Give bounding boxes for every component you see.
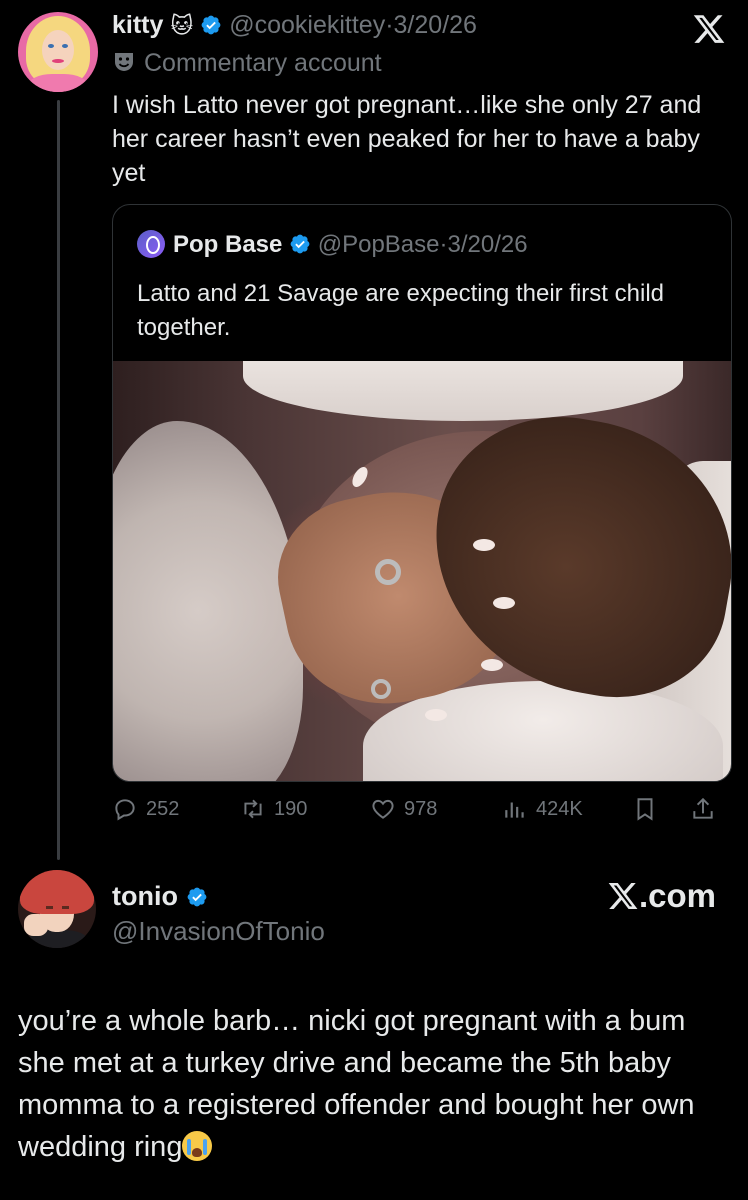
reply-button[interactable]: 252 [112, 796, 179, 822]
reply-count: 252 [146, 797, 180, 820]
avatar-tonio[interactable] [18, 870, 96, 948]
popbase-avatar[interactable] [137, 230, 165, 258]
heart-icon [372, 799, 394, 819]
verified-badge-icon [290, 234, 310, 254]
photo-lace-top [243, 361, 683, 421]
avatar-kitty[interactable] [18, 12, 98, 92]
quoted-date[interactable]: 3/20/26 [448, 231, 528, 258]
commentary-label-text: Commentary account [144, 49, 382, 77]
repost-count: 190 [274, 797, 308, 820]
tweet1-handle[interactable]: @cookiekittey [229, 11, 385, 39]
x-logo-icon [608, 883, 638, 909]
bookmark-button[interactable] [632, 796, 658, 822]
theater-mask-icon [115, 53, 133, 71]
share-icon [693, 797, 713, 819]
x-logo-icon[interactable] [692, 12, 726, 46]
reply-icon [115, 799, 135, 821]
quoted-handle[interactable]: @PopBase [318, 231, 440, 258]
loudly-crying-face-icon [182, 1131, 213, 1161]
avatar-eye [46, 906, 53, 909]
tweet-action-bar: 252 190 978 424K [112, 796, 732, 828]
tweet1-display-name[interactable]: kitty [112, 11, 163, 39]
tweet2-body: you’re a whole barb… nicki got pregnant … [18, 1005, 695, 1163]
avatar-dress [28, 74, 88, 92]
tweet2-text: you’re a whole barb… nicki got pregnant … [18, 1000, 738, 1168]
photo-ring [371, 679, 391, 699]
avatar-eye [62, 906, 69, 909]
photo-ring [375, 559, 401, 585]
photo-nail [481, 659, 503, 671]
like-count: 978 [404, 797, 438, 820]
x-com-text: .com [638, 877, 716, 914]
avatar-lips [52, 59, 64, 63]
separator-dot: · [439, 231, 448, 258]
thread-connector-line [57, 100, 60, 860]
separator-dot: · [385, 11, 394, 39]
bookmark-icon [637, 798, 653, 821]
quoted-tweet-header: Pop Base @PopBase·3/20/26 [137, 229, 528, 261]
tweet2-name-row: tonio [112, 878, 208, 914]
photo-lace-dress-left [113, 421, 303, 781]
photo-nail [493, 597, 515, 609]
avatar-hair [20, 870, 94, 914]
like-button[interactable]: 978 [370, 796, 437, 822]
tweet1-text: I wish Latto never got pregnant…like she… [112, 91, 702, 187]
tweet2-display-name[interactable]: tonio [112, 881, 178, 911]
x-com-watermark: .com [607, 876, 716, 916]
tweet1-header: kitty 🐱 @cookiekittey·3/20/26 [112, 8, 477, 43]
verified-badge-icon [187, 887, 206, 907]
quoted-tweet-photo[interactable] [113, 361, 731, 781]
repost-button[interactable]: 190 [240, 796, 307, 822]
verified-badge-icon [201, 15, 221, 35]
avatar-eye [48, 44, 54, 48]
quoted-tweet-text: Latto and 21 Savage are expecting their … [137, 280, 664, 341]
tweet1-date[interactable]: 3/20/26 [394, 11, 477, 39]
views-count: 424K [536, 797, 583, 820]
share-button[interactable] [690, 796, 716, 822]
photo-nail [425, 709, 447, 721]
avatar-hand [24, 914, 48, 936]
repost-icon [244, 799, 262, 819]
photo-nail [473, 539, 495, 551]
commentary-account-label: Commentary account [112, 47, 382, 79]
quoted-tweet-card[interactable]: Pop Base @PopBase·3/20/26 Latto and 21 S… [112, 204, 732, 782]
quoted-display-name[interactable]: Pop Base [173, 231, 282, 258]
tweet2-handle[interactable]: @InvasionOfTonio [112, 914, 325, 948]
cat-emoji-icon: 🐱 [170, 13, 194, 38]
avatar-eye [62, 44, 68, 48]
views-icon [505, 802, 524, 818]
avatar-face [42, 30, 74, 70]
views-button[interactable]: 424K [502, 796, 583, 822]
